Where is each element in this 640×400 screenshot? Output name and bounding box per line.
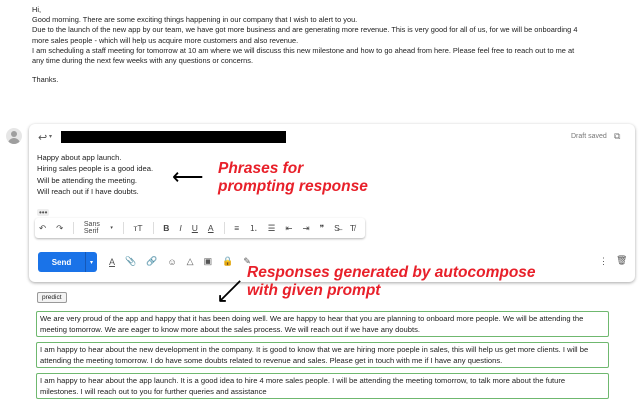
text-size-icon[interactable]: ᴛT xyxy=(134,223,143,233)
compose-editor[interactable]: Happy about app launch. Hiring sales peo… xyxy=(37,152,153,198)
formatting-toolbar: ↶ ↷ Sans Serif ▾ ᴛT B I U A ≡ ⒈ ☰ ⇤ ⇥ ❞ … xyxy=(35,218,365,238)
arrow-left-icon: ⟵ xyxy=(172,164,204,189)
font-family-select[interactable]: Sans Serif xyxy=(84,221,104,235)
toolbar-divider xyxy=(223,222,225,234)
annotation-responses-label: Responses generated by autocompose with … xyxy=(247,264,536,299)
bulleted-list-icon[interactable]: ☰ xyxy=(268,223,276,234)
draft-line: Will be attending the meeting. xyxy=(37,175,138,185)
draft-status: Draft saved xyxy=(571,133,607,140)
toolbar-divider xyxy=(122,222,124,234)
formatting-options-icon[interactable]: A xyxy=(109,257,115,267)
link-icon[interactable]: 🔗 xyxy=(146,256,157,267)
email-signoff: Thanks. xyxy=(32,75,59,85)
toolbar-divider xyxy=(73,222,74,234)
align-icon[interactable]: ≡ xyxy=(234,223,239,233)
email-line: Due to the launch of the new app by our … xyxy=(32,25,578,35)
photo-icon[interactable]: ▣ xyxy=(204,256,213,267)
email-line: any time during the next few weeks with … xyxy=(32,56,254,66)
italic-icon[interactable]: I xyxy=(179,223,181,233)
avatar xyxy=(6,128,22,144)
send-button[interactable]: Send xyxy=(38,252,85,272)
response-suggestion-1[interactable]: We are very proud of the app and happy t… xyxy=(36,311,609,338)
attach-icon[interactable]: 📎 xyxy=(125,256,136,267)
trash-icon[interactable]: 🗑 xyxy=(616,255,627,266)
bold-icon[interactable]: B xyxy=(163,223,169,233)
reply-type-dropdown-icon[interactable]: ▾ xyxy=(49,133,52,140)
annotation-prompt-label: Phrases for prompting response xyxy=(218,160,368,195)
reply-icon[interactable]: ↩ xyxy=(38,131,47,144)
toolbar-divider xyxy=(152,222,154,234)
draft-line: Hiring sales people is a good idea. xyxy=(37,164,154,174)
draft-line: Will reach out if I have doubts. xyxy=(37,187,139,197)
predict-button[interactable]: predict xyxy=(37,292,67,303)
email-line: more sales people - which will help us a… xyxy=(32,35,299,45)
show-trimmed-content-button[interactable]: ••• xyxy=(37,209,50,217)
email-line: Good morning. There are some exciting th… xyxy=(32,15,358,25)
avatar-shoulders xyxy=(8,138,20,144)
original-email-body: Hi, Good morning. There are some excitin… xyxy=(32,5,632,85)
strikethrough-icon[interactable]: S̶ xyxy=(334,223,340,233)
response-suggestion-2[interactable]: I am happy to hear about the new develop… xyxy=(36,342,609,369)
avatar-head xyxy=(11,131,17,137)
more-options-icon[interactable]: ⋮ xyxy=(599,256,608,267)
clear-formatting-icon[interactable]: T̸ xyxy=(350,223,355,233)
compose-actions: A 📎 🔗 ☺ △ ▣ 🔒 ✎ xyxy=(109,256,261,267)
emoji-icon[interactable]: ☺ xyxy=(167,257,176,267)
underline-icon[interactable]: U xyxy=(192,223,198,233)
send-options-chevron-icon[interactable]: ▾ xyxy=(85,252,97,272)
redo-icon[interactable]: ↷ xyxy=(56,223,63,234)
text-color-icon[interactable]: A xyxy=(208,223,214,233)
indent-less-icon[interactable]: ⇤ xyxy=(285,223,292,234)
confidential-mode-icon[interactable]: 🔒 xyxy=(222,256,233,267)
numbered-list-icon[interactable]: ⒈ xyxy=(249,222,258,234)
recipient-field-redacted[interactable] xyxy=(61,131,286,143)
undo-icon[interactable]: ↶ xyxy=(39,223,46,234)
email-line: I am scheduling a staff meeting for tomo… xyxy=(32,45,575,55)
quote-icon[interactable]: ❞ xyxy=(320,223,325,234)
chevron-down-icon[interactable]: ▾ xyxy=(110,225,113,231)
draft-line: Happy about app launch. xyxy=(37,153,122,162)
popout-icon[interactable]: ⧉ xyxy=(614,131,620,142)
reply-compose-box: ↩ ▾ Draft saved ⧉ Happy about app launch… xyxy=(29,124,635,282)
indent-more-icon[interactable]: ⇥ xyxy=(302,223,309,234)
response-suggestion-3[interactable]: I am happy to hear about the app launch.… xyxy=(36,373,609,400)
email-greeting: Hi, xyxy=(32,5,42,14)
drive-icon[interactable]: △ xyxy=(187,256,194,267)
